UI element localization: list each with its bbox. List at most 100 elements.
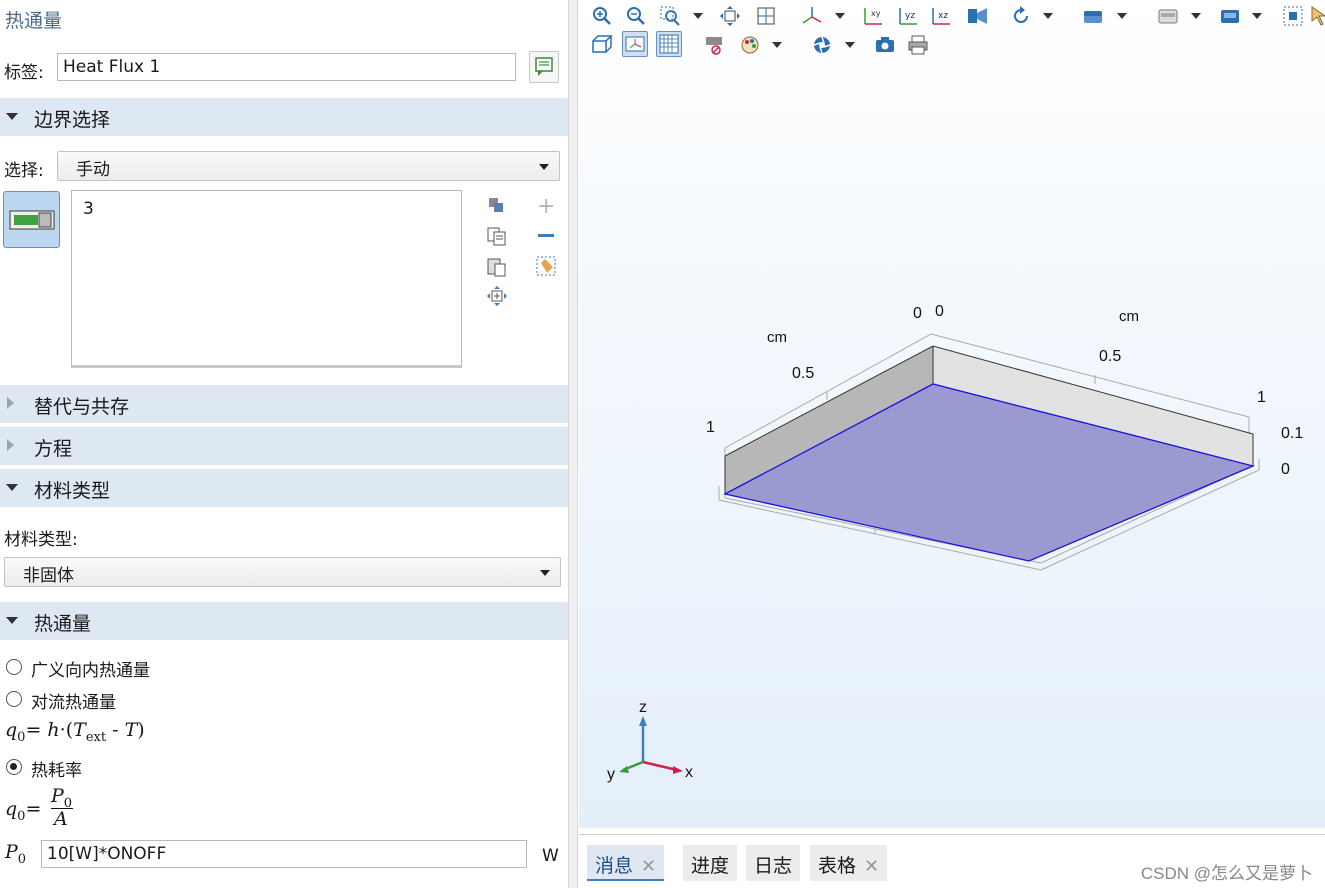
zoom-extents-icon[interactable] <box>755 5 777 27</box>
chevron-down-icon[interactable] <box>1117 13 1127 19</box>
grid-icon <box>659 34 679 54</box>
image-snapshot-icon[interactable] <box>874 34 896 56</box>
zoom-in-icon[interactable] <box>591 5 613 27</box>
chevron-down-icon <box>540 570 550 576</box>
triad-y-label: y <box>607 766 615 783</box>
toggle-switch-icon <box>9 210 55 230</box>
zoom-selected-icon[interactable] <box>719 5 741 27</box>
section-title: 材料类型 <box>34 480 111 502</box>
label-comment-button[interactable] <box>529 51 559 83</box>
print-icon[interactable] <box>907 34 929 56</box>
settings-panel: 热通量 标签: Heat Flux 1 边界选择 选择: 手动 3 + 替代与共… <box>0 0 568 888</box>
add-to-selection-button[interactable]: + <box>537 194 555 219</box>
selection-caption: 选择: <box>4 161 44 181</box>
x-axis-label-0.5: 0.5 <box>1099 348 1121 365</box>
selection-list[interactable]: 3 <box>71 190 462 368</box>
p0-input[interactable]: 10[W]*ONOFF <box>41 840 527 868</box>
section-boundary-selection[interactable]: 边界选择 <box>0 98 568 136</box>
panel-splitter[interactable] <box>568 0 578 888</box>
zoom-to-selection-icon[interactable] <box>486 285 508 307</box>
expanded-icon <box>6 484 18 491</box>
render-mode-icon[interactable] <box>1219 5 1241 27</box>
view-xy-icon[interactable]: xy <box>862 5 884 27</box>
material-type-caption: 材料类型: <box>4 530 78 550</box>
chevron-down-icon[interactable] <box>835 13 845 19</box>
select-box-icon[interactable] <box>1282 5 1304 27</box>
section-title: 热通量 <box>34 613 92 635</box>
radio-heat-rate[interactable] <box>6 759 22 775</box>
zoom-out-icon[interactable] <box>625 5 647 27</box>
svg-text:yz: yz <box>905 11 915 21</box>
watermark: CSDN @怎么又是萝卜 <box>1140 864 1313 883</box>
transparency-icon[interactable] <box>1157 5 1179 27</box>
expanded-icon <box>6 113 18 120</box>
close-icon[interactable]: ✕ <box>641 856 656 877</box>
active-toggle-button[interactable] <box>3 191 60 248</box>
y-axis-label-1: 1 <box>706 419 715 436</box>
close-icon[interactable]: ✕ <box>864 856 879 877</box>
list-item[interactable]: 3 <box>83 199 94 219</box>
show-axes-button[interactable] <box>656 31 682 57</box>
chevron-down-icon[interactable] <box>1043 13 1053 19</box>
section-material-type[interactable]: 材料类型 <box>0 469 568 507</box>
tab-table[interactable]: 表格 ✕ <box>810 845 888 881</box>
chevron-down-icon[interactable] <box>845 42 855 48</box>
axis-orientation-icon <box>625 36 645 52</box>
paste-list-icon[interactable] <box>486 225 508 247</box>
radio-label: 广义向内热通量 <box>31 661 150 681</box>
selected-boundary-face <box>723 383 1256 562</box>
section-title: 方程 <box>34 438 73 460</box>
radio-general-inward-flux[interactable] <box>6 659 22 675</box>
clear-selection-icon[interactable] <box>535 255 557 277</box>
reset-rotate-icon[interactable] <box>1010 5 1032 27</box>
tab-label: 日志 <box>754 855 793 877</box>
convective-formula: q0= h·(Text - T) <box>5 719 145 745</box>
chevron-down-icon[interactable] <box>693 13 703 19</box>
radio-label: 热耗率 <box>31 761 82 781</box>
camera-view-icon[interactable] <box>967 5 989 27</box>
view-xz-icon[interactable]: xz <box>930 5 952 27</box>
section-title: 边界选择 <box>34 109 111 131</box>
zoom-box-icon[interactable] <box>659 5 681 27</box>
bottom-tab-bar: 消息 ✕ 进度 日志 表格 ✕ CSDN @怎么又是萝卜 <box>579 834 1325 888</box>
chevron-down-icon[interactable] <box>1252 13 1262 19</box>
hide-entities-icon[interactable] <box>704 34 726 56</box>
x-axis-label-0: 0 <box>913 305 922 322</box>
color-palette-icon[interactable] <box>739 34 761 56</box>
chevron-down-icon[interactable] <box>1191 13 1201 19</box>
radio-convective-flux[interactable] <box>6 691 22 707</box>
y-unit-label: cm <box>767 329 787 346</box>
material-type-dropdown[interactable]: 非固体 <box>4 557 561 587</box>
graphics-toolbar: xy yz xz <box>579 0 1325 62</box>
geometry-view[interactable]: 0 0.5 1 0 0.5 1 0.1 0 cm cm z y x <box>579 62 1325 828</box>
chevron-down-icon[interactable] <box>772 42 782 48</box>
pointer-icon[interactable] <box>1309 5 1325 27</box>
selection-dropdown[interactable]: 手动 <box>57 151 560 181</box>
graphics-window[interactable]: xy yz xz 0 0.5 1 0 0.5 1 0.1 0 cm cm z y… <box>579 0 1325 828</box>
radio-label: 对流热通量 <box>31 693 116 713</box>
views-icon[interactable] <box>801 5 823 27</box>
triad-x-label: x <box>685 764 693 781</box>
section-equation[interactable]: 方程 <box>0 427 568 465</box>
clipboard-icon[interactable] <box>486 255 508 277</box>
y-axis-label-0: 0 <box>935 303 944 320</box>
z-axis-label-0.1: 0.1 <box>1281 425 1303 442</box>
material-type-value: 非固体 <box>23 566 74 586</box>
remove-from-selection-button[interactable] <box>538 234 554 237</box>
wireframe-box-icon[interactable] <box>591 34 613 56</box>
tab-log[interactable]: 日志 <box>746 845 801 881</box>
scene-light-icon[interactable] <box>811 34 833 56</box>
selection-value: 手动 <box>76 160 110 180</box>
section-override-coexistence[interactable]: 替代与共存 <box>0 385 568 423</box>
label-input[interactable]: Heat Flux 1 <box>57 53 516 81</box>
show-grid-button[interactable] <box>622 31 648 57</box>
copy-selection-icon[interactable] <box>486 195 508 217</box>
wireframe-rendering-icon[interactable] <box>1082 5 1104 27</box>
view-yz-icon[interactable]: yz <box>897 5 919 27</box>
tab-messages[interactable]: 消息 ✕ <box>587 845 665 881</box>
panel-title: 热通量 <box>5 10 63 32</box>
tab-progress[interactable]: 进度 <box>683 845 738 881</box>
triad-z-label: z <box>639 699 647 716</box>
section-heat-flux[interactable]: 热通量 <box>0 602 568 640</box>
expanded-icon <box>6 617 18 624</box>
